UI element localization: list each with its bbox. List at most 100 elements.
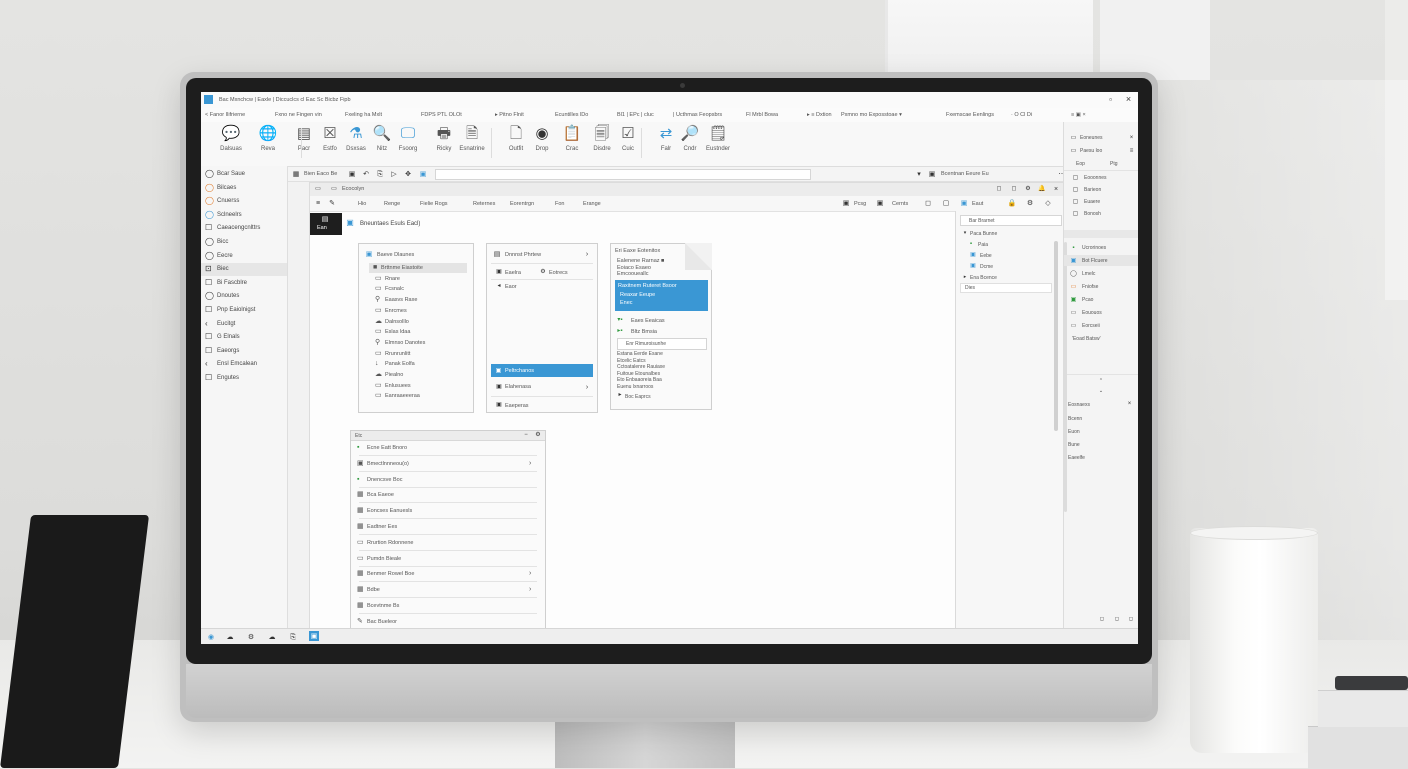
list-item[interactable]: ▦ Benmer Rowel Boe › — [351, 569, 545, 579]
ribbon-button-8[interactable]: 🖶 Ricky — [429, 123, 459, 165]
window-icon[interactable]: ▢ — [942, 199, 950, 207]
app-icon[interactable]: ▣ — [309, 631, 319, 641]
tab-references[interactable]: Reternes — [473, 201, 495, 207]
menu-icon[interactable]: ≡ — [314, 199, 322, 207]
nav-item[interactable]: ◯ Dnoutes — [201, 290, 287, 303]
window-icon[interactable]: ◻ — [924, 199, 932, 207]
chevron-up-icon[interactable]: ⌃ — [1098, 378, 1104, 384]
list-item[interactable]: ↓ Panak Eolfa — [359, 359, 473, 369]
list-item[interactable]: ▭ Rrurtion Rdonnene — [351, 538, 545, 548]
nav-item[interactable]: ◯ Bilcaes — [201, 182, 287, 195]
nav-item[interactable]: ‹ Ensl Emcalean — [201, 358, 287, 371]
cloud-icon[interactable]: ☁ — [268, 633, 276, 641]
selected-item[interactable]: ▣ Peltrchanos — [491, 364, 593, 377]
tab-arrange[interactable]: Eorentrgn — [510, 201, 534, 207]
tree-item[interactable]: Paca Bunne — [970, 231, 997, 237]
tab-right-a[interactable]: Pcsg — [854, 201, 866, 207]
chevron-right-icon[interactable]: › — [529, 460, 531, 467]
lock-icon[interactable]: 🔒 — [1008, 199, 1017, 207]
list-item[interactable]: ▦ Bca Eaeoe — [351, 490, 545, 500]
nav-item[interactable]: ☐ Engutes — [201, 372, 287, 385]
tree-item[interactable]: Dcme — [980, 264, 993, 270]
panel-item[interactable]: Euaere — [1084, 199, 1100, 205]
menu-item[interactable]: Ecuntilles lDo — [555, 112, 588, 118]
card-footer[interactable]: Boc Eaprcs — [625, 394, 651, 400]
list-item[interactable]: ▦ Eadtner Ees — [351, 522, 545, 532]
frame-icon[interactable]: ▣ — [348, 170, 356, 178]
settings-icon[interactable]: ⚙ — [1026, 199, 1034, 207]
side-button[interactable]: ▤ Ean — [310, 213, 342, 235]
nav-item[interactable]: ◯ Bicc — [201, 236, 287, 249]
tab-icon[interactable]: ▭ — [314, 185, 322, 193]
menu-item[interactable]: ▸ ≡ Dxtion — [807, 112, 832, 118]
window-icon[interactable]: ◻ — [1099, 616, 1105, 622]
nav-item[interactable]: ◯ Bcar Saue — [201, 168, 287, 181]
undo-icon[interactable]: ↶ — [362, 170, 370, 178]
panel-item[interactable]: Bonosh — [1084, 211, 1101, 217]
panel-item[interactable]: Eooonnes — [1084, 175, 1107, 181]
list-item[interactable]: ▦ Eoncses Eanuesls — [351, 506, 545, 516]
panel-list-item[interactable]: ▣ Pcao — [1064, 294, 1138, 305]
list-item[interactable]: ▭ Enrcmes — [359, 306, 473, 316]
close-icon[interactable]: × — [1128, 134, 1135, 141]
menu-item[interactable]: Fxemscae Eenlings — [946, 112, 994, 118]
panel-tab[interactable]: Eop — [1076, 161, 1085, 167]
selected-block[interactable]: Raxitnem Ruteret Bsoor Reaxar Eeupe Enec — [615, 280, 708, 311]
list-item[interactable]: ▭ Pumdn Bieale — [351, 554, 545, 564]
panel-item[interactable]: Eoneunes — [1080, 135, 1103, 141]
list-item[interactable]: ▭ Enlusuees — [359, 381, 473, 391]
scrollbar[interactable] — [1054, 241, 1058, 431]
nav-item[interactable]: ☐ Pnp Eaiolnigst — [201, 304, 287, 317]
menu-item[interactable]: < Fanor Ilifrierne — [205, 112, 245, 118]
diamond-icon[interactable]: ◇ — [1044, 199, 1052, 207]
tree-item[interactable]: Eebe — [980, 253, 992, 259]
menu-icon[interactable]: ≡ — [1128, 147, 1135, 154]
panel-item[interactable]: Euon — [1068, 429, 1080, 435]
frame-icon[interactable]: ▣ — [928, 170, 936, 178]
list-item[interactable]: ■ Brttnme Eiastoite — [369, 263, 467, 273]
play-icon[interactable]: ▷ — [390, 170, 398, 178]
files-icon[interactable]: ⎘ — [289, 633, 297, 641]
menu-item[interactable]: | Ucthmas Feopsbrs — [673, 112, 722, 118]
tree-item[interactable]: Bltz Bmsia — [631, 329, 657, 335]
panel-list-item[interactable]: ▭ Eorcseii — [1064, 320, 1138, 331]
panel-list-item[interactable]: ▣ Bot Flcuere — [1064, 255, 1138, 266]
panel-list-item[interactable]: 'Eoad Batsw' — [1064, 333, 1138, 344]
tab-right-b[interactable]: Cernts — [892, 201, 908, 207]
chevron-right-icon[interactable]: › — [529, 570, 531, 577]
panel-list-item[interactable]: ▭ Fniofse — [1064, 281, 1138, 292]
ribbon-button-7[interactable]: 🖵 Fsoorg — [393, 123, 423, 165]
list-item[interactable]: ▣ Bmectlnnneou(o) › — [351, 459, 545, 469]
panel-tab[interactable]: Ptg — [1110, 161, 1118, 167]
panel-item[interactable]: Paesu loo — [1080, 148, 1102, 154]
list-item[interactable]: Elahenasa — [505, 384, 531, 390]
card-footer[interactable]: Eaeperas — [505, 403, 529, 409]
ribbon-button-11[interactable]: ◉ Drop — [527, 123, 557, 165]
panel-item[interactable]: Bcenn — [1068, 416, 1082, 422]
list-item[interactable]: ▭ Eslas ldaa — [359, 327, 473, 337]
nav-item[interactable]: ◯ Sclneelrs — [201, 209, 287, 222]
menu-item[interactable]: · O Cl Di — [1011, 112, 1032, 118]
menu-item[interactable]: Fxno ne Fingen vin — [275, 112, 322, 118]
copy-icon[interactable]: ⎘ — [376, 170, 384, 178]
nav-item[interactable]: ☐ Bi Fascblre — [201, 277, 287, 290]
minimize-icon[interactable]: − — [523, 432, 529, 438]
frame-icon[interactable]: ▣ — [419, 170, 427, 178]
list-item[interactable]: ⚲ Elmnso Danotes — [359, 338, 473, 348]
tab-range-2[interactable]: Erange — [583, 201, 601, 207]
ribbon-button-2[interactable]: 🌐 Reva — [253, 123, 283, 165]
frame-icon[interactable]: ▣ — [842, 199, 850, 207]
address-field[interactable] — [435, 169, 811, 180]
text-input[interactable]: Enr Rimuroisunhe — [617, 338, 707, 350]
move-icon[interactable]: ✥ — [404, 170, 412, 178]
ribbon-button-9[interactable]: 🗎 Esnatrine — [457, 123, 487, 165]
gear-icon[interactable]: ⚙ — [535, 432, 541, 438]
list-item[interactable]: ⚲ Eaasvs Raxe — [359, 295, 473, 305]
tab-fields[interactable]: Fielie Rogs — [420, 201, 448, 207]
window-icon[interactable]: ◻ — [1128, 616, 1134, 622]
properties-search[interactable]: Bar Brarnet — [960, 215, 1062, 226]
list-item[interactable]: ▭ Eanraaeeeraa — [359, 391, 473, 401]
list-item[interactable]: ✎ Bac Bueleor — [351, 617, 545, 627]
list-item[interactable]: ☁ Dalnsolllo — [359, 317, 473, 327]
nav-item[interactable]: ☐ Eaeorgs — [201, 345, 287, 358]
